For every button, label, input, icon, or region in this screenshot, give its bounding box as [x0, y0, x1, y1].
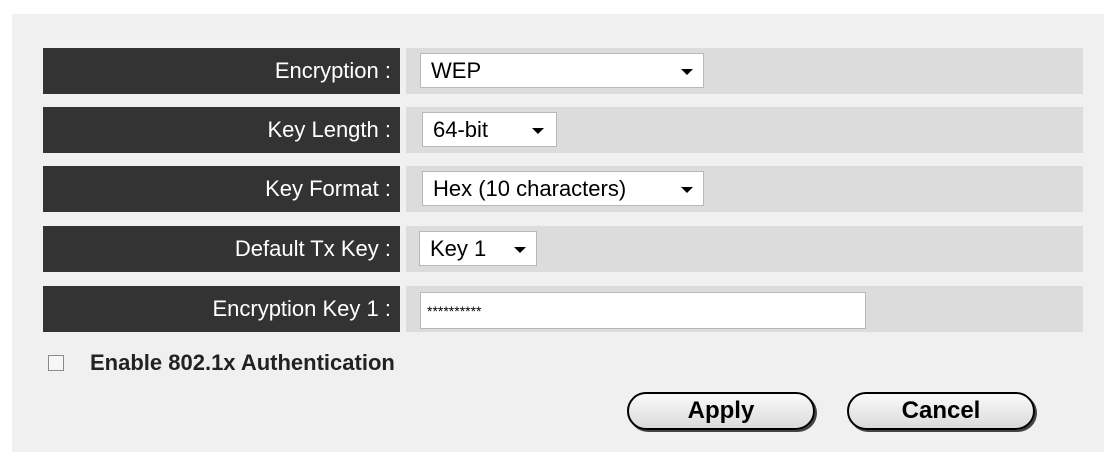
default-tx-key-cell: Key 1	[406, 226, 1083, 272]
encryption-row: Encryption : WEP	[43, 48, 1083, 94]
encryption-label: Encryption :	[43, 48, 400, 94]
default-tx-key-label: Default Tx Key :	[43, 226, 400, 272]
encryption-key-1-row: Encryption Key 1 :	[43, 286, 1083, 332]
encryption-key-1-cell	[406, 286, 1083, 332]
chevron-down-icon	[514, 247, 526, 253]
key-format-select[interactable]: Hex (10 characters)	[422, 171, 704, 206]
key-length-row: Key Length : 64-bit	[43, 107, 1083, 153]
enable-8021x-label: Enable 802.1x Authentication	[90, 350, 395, 375]
auth-checkbox-row: Enable 802.1x Authentication	[48, 350, 395, 376]
default-tx-key-select[interactable]: Key 1	[419, 231, 537, 266]
key-format-cell: Hex (10 characters)	[406, 166, 1083, 212]
key-format-row: Key Format : Hex (10 characters)	[43, 166, 1083, 212]
encryption-value: WEP	[431, 58, 482, 83]
encryption-cell: WEP	[406, 48, 1083, 94]
key-length-value: 64-bit	[433, 117, 489, 142]
encryption-key-1-label: Encryption Key 1 :	[43, 286, 400, 332]
chevron-down-icon	[532, 128, 544, 134]
key-length-select[interactable]: 64-bit	[422, 112, 557, 147]
enable-8021x-checkbox[interactable]	[48, 355, 64, 371]
key-format-value: Hex (10 characters)	[433, 176, 627, 201]
key-length-cell: 64-bit	[406, 107, 1083, 153]
key-format-label: Key Format :	[43, 166, 400, 212]
cancel-button[interactable]: Cancel	[847, 392, 1035, 430]
key-length-label: Key Length :	[43, 107, 400, 153]
encryption-select[interactable]: WEP	[420, 53, 704, 88]
apply-button[interactable]: Apply	[627, 392, 815, 430]
encryption-key-1-input[interactable]	[420, 292, 866, 329]
default-tx-key-value: Key 1	[430, 236, 487, 261]
chevron-down-icon	[681, 69, 693, 75]
default-tx-key-row: Default Tx Key : Key 1	[43, 226, 1083, 272]
chevron-down-icon	[681, 187, 693, 193]
